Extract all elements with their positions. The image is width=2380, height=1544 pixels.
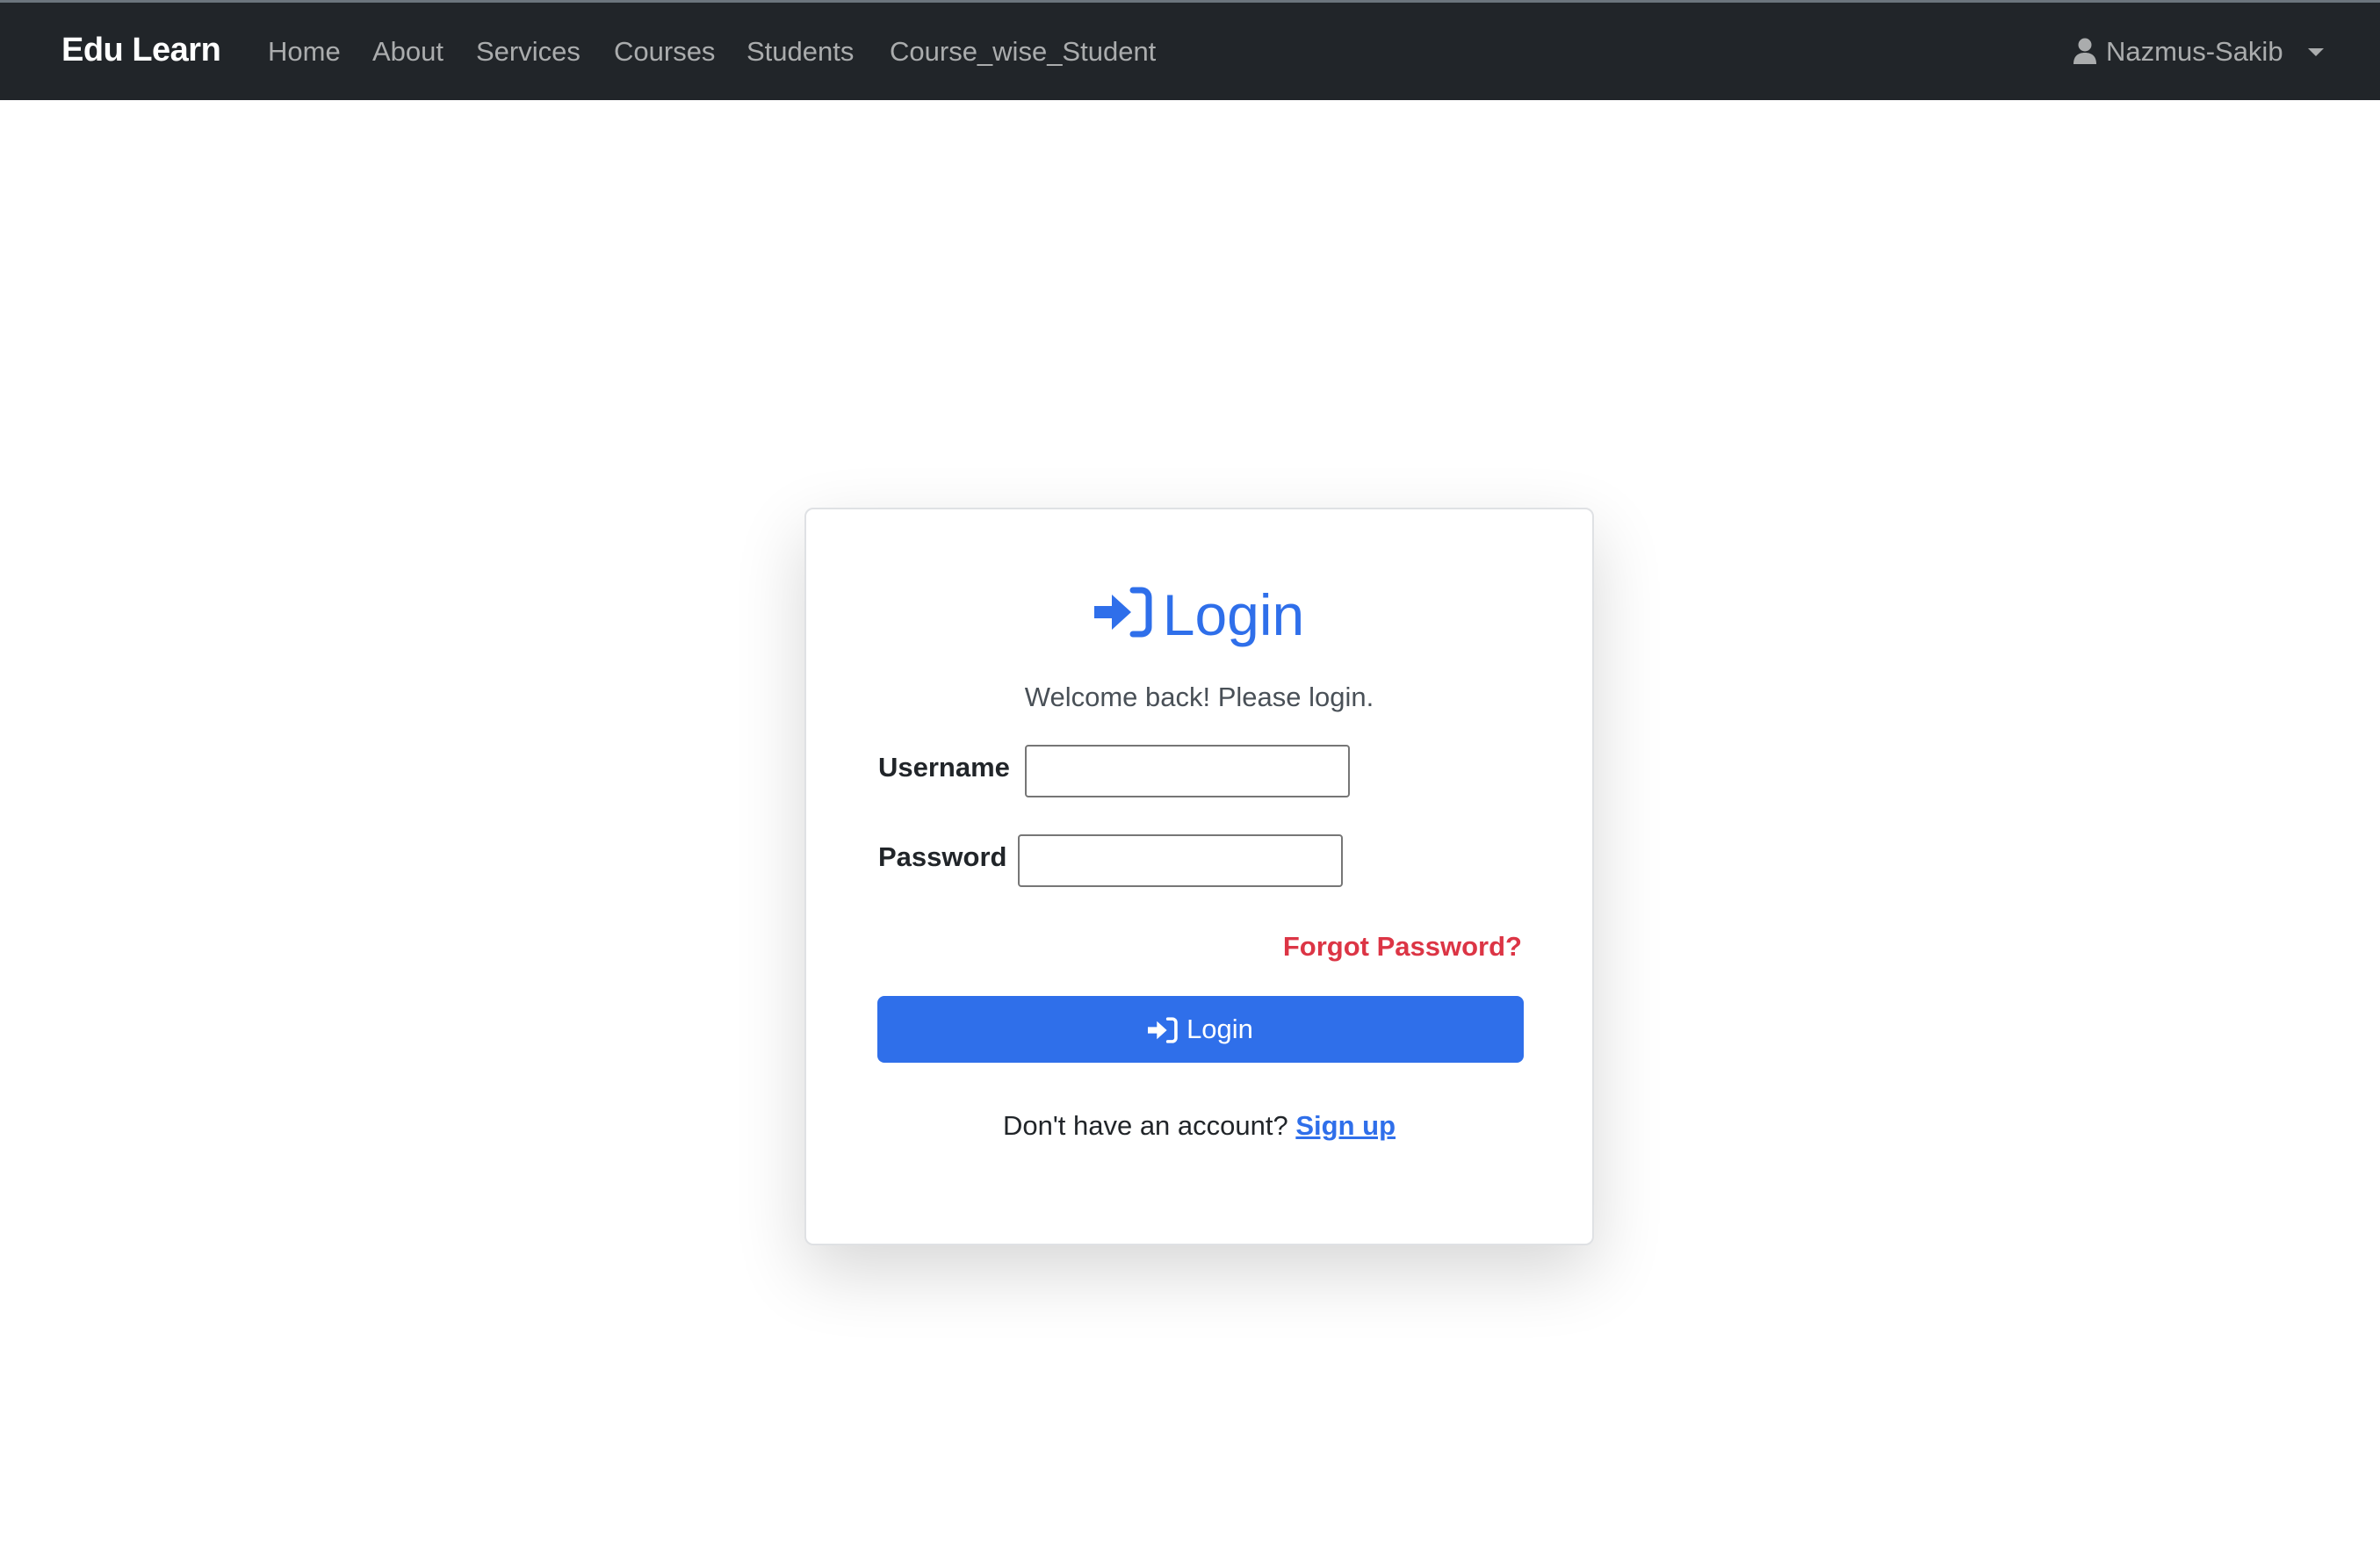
login-button[interactable]: Login bbox=[877, 996, 1524, 1063]
caret-down-icon bbox=[2308, 48, 2324, 56]
username-input[interactable] bbox=[1025, 745, 1350, 797]
password-label: Password bbox=[878, 841, 1007, 872]
signup-prompt-row: Don't have an account? Sign up bbox=[806, 1110, 1592, 1142]
nav-link-course-wise-student[interactable]: Course_wise_Student bbox=[890, 36, 1156, 68]
signup-link[interactable]: Sign up bbox=[1295, 1110, 1396, 1141]
sign-in-icon bbox=[1148, 1017, 1178, 1043]
password-input[interactable] bbox=[1018, 834, 1343, 887]
login-card: Login Welcome back! Please login. Userna… bbox=[804, 508, 1594, 1245]
brand-logo[interactable]: Edu Learn bbox=[61, 32, 221, 69]
login-button-label: Login bbox=[1186, 1014, 1253, 1044]
nav-link-home[interactable]: Home bbox=[268, 36, 341, 68]
forgot-password-link[interactable]: Forgot Password? bbox=[1283, 931, 1522, 963]
nav-link-about[interactable]: About bbox=[372, 36, 444, 68]
nav-link-services[interactable]: Services bbox=[476, 36, 581, 68]
nav-link-students[interactable]: Students bbox=[746, 36, 854, 68]
top-navbar: Edu Learn Home About Services Courses St… bbox=[0, 0, 2380, 100]
welcome-text: Welcome back! Please login. bbox=[1024, 682, 1374, 712]
login-heading: Login bbox=[806, 581, 1592, 652]
login-title-text: Login bbox=[1162, 582, 1305, 647]
username-label: Username bbox=[878, 752, 1010, 783]
user-name: Nazmus-Sakib bbox=[2106, 36, 2283, 67]
signup-prompt-text: Don't have an account? bbox=[1002, 1110, 1288, 1141]
user-icon bbox=[2073, 38, 2096, 64]
nav-link-courses[interactable]: Courses bbox=[614, 36, 715, 68]
sign-in-icon bbox=[1093, 587, 1152, 638]
